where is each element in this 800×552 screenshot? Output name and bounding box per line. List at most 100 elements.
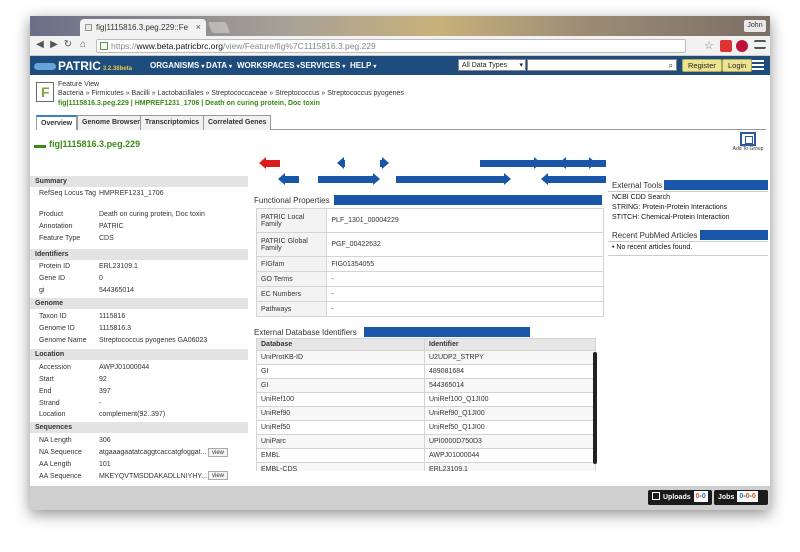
table-row[interactable]: UniRef50 UniRef50_Q1JI00 [256, 420, 596, 435]
kv-value: 544365014 [99, 287, 135, 294]
kv-key: NA Length [39, 437, 72, 444]
tool-link-stitch[interactable]: STITCH: Chemical-Protein Interaction [612, 214, 729, 221]
gene-arrow[interactable] [396, 173, 511, 185]
login-button[interactable]: Login [722, 59, 753, 72]
table-row[interactable]: UniParc UPI0000D750D3 [256, 434, 596, 449]
uploads-label: Uploads [663, 494, 691, 501]
kv-key: RefSeq Locus Tag [39, 190, 97, 197]
menu-data[interactable]: DATA ▾ [206, 61, 232, 70]
gene-arrow[interactable] [318, 173, 380, 185]
kv-row: Genome ID 1115816.3 [39, 325, 131, 332]
table-row[interactable]: UniRef90 UniRef90_Q1JI00 [256, 406, 596, 421]
menu-organisms[interactable]: ORGANISMS ▾ [150, 61, 204, 70]
gene-arrow[interactable] [337, 157, 345, 169]
kv-row: Genome Name Streptococcus pyogenes GA0602… [39, 337, 207, 344]
table-row[interactable]: EMBL AWPJ01000044 [256, 448, 596, 463]
tab-genome-browser[interactable]: Genome Browser [77, 115, 145, 130]
kv-key: gi [39, 287, 45, 294]
gene-arrow[interactable] [508, 157, 541, 169]
browser-tab-title: fig|1115816.3.peg.229::Fe [96, 23, 189, 32]
tool-link-string[interactable]: STRING: Protein-Protein Interactions [612, 204, 727, 211]
kv-key: Location [39, 411, 66, 418]
extension-icon-1[interactable] [720, 40, 732, 52]
register-button[interactable]: Register [682, 59, 722, 72]
user-profile-button[interactable]: John [744, 20, 766, 32]
tool-link-ncbi-cdd[interactable]: NCBI CDD Search [612, 194, 670, 201]
feature-icon: F [36, 82, 54, 102]
gene-arrow[interactable] [541, 173, 606, 185]
chevron-down-icon: ▾ [201, 64, 205, 70]
kv-key: AA Length [39, 461, 72, 468]
reload-icon[interactable]: ↻ [62, 39, 74, 51]
search-icon[interactable]: ⌕ [669, 60, 673, 71]
table-row[interactable]: GI 544365014 [256, 378, 596, 393]
close-tab-icon[interactable]: × [196, 22, 201, 32]
table-row[interactable]: GI 489081684 [256, 364, 596, 379]
hamburger-menu-icon[interactable] [752, 60, 764, 70]
uploads-button[interactable]: Uploads 0-0 [648, 490, 712, 505]
menu-label: ORGANISMS [150, 61, 200, 70]
taxonomy-breadcrumb[interactable]: Bacteria » Firmicutes » Bacilli » Lactob… [58, 90, 404, 97]
back-arrow-icon[interactable]: ◀ [34, 39, 46, 51]
global-search-input[interactable]: ⌕ [527, 59, 677, 71]
pinterest-icon[interactable] [736, 40, 748, 52]
col-database[interactable]: Database [256, 338, 425, 351]
menu-help[interactable]: HELP ▾ [350, 61, 376, 70]
tab-transcriptomics[interactable]: Transcriptomics [140, 115, 205, 130]
kv-key: AA Sequence [39, 473, 82, 480]
home-icon[interactable]: ⌂ [77, 39, 89, 51]
table-row[interactable]: UniProtKB-ID U2UDP2_STRPY [256, 350, 596, 365]
new-tab-button[interactable] [207, 22, 231, 33]
add-to-group-button[interactable]: Add To Group [730, 132, 766, 160]
kv-value: 397 [99, 388, 111, 395]
kv-row: Location complement(92..397) [39, 411, 165, 418]
kv-key: Gene ID [39, 275, 66, 282]
kv-value: Death on curing protein, Doc toxin [99, 211, 205, 218]
kv-value: HMPREF1231_1706 [99, 190, 164, 197]
view-aa-sequence-button[interactable]: view [208, 471, 229, 480]
kv-key: Taxon ID [39, 313, 67, 320]
tab-correlated-genes[interactable]: Correlated Genes [203, 115, 272, 130]
divider [608, 191, 768, 192]
add-to-group-label: Add To Group [732, 146, 764, 152]
table-row: EC Numbers - [255, 286, 604, 302]
menu-label: SERVICES [300, 61, 341, 70]
data-type-select[interactable]: All Data Types ▾ [458, 59, 526, 71]
kv-value: complement(92..397) [99, 411, 166, 418]
patric-logo[interactable]: PATRIC 3.2.38beta [34, 59, 132, 73]
gene-arrow[interactable] [380, 157, 389, 169]
address-bar[interactable]: https://www.beta.patricbrc.org/view/Feat… [96, 39, 686, 53]
cell-key: PATRIC Global Family [255, 232, 328, 257]
version-label: 3.2.38beta [102, 66, 132, 72]
kv-key: NA Sequence [39, 449, 82, 456]
bookmark-star-icon[interactable]: ☆ [704, 39, 714, 52]
feature-view-label: Feature View [58, 81, 100, 88]
kv-value: - [99, 400, 102, 407]
scrollbar-thumb[interactable] [593, 352, 597, 464]
url-host: www.beta.patricbrc.org [136, 41, 223, 51]
jobs-count-failed: 0 [751, 493, 756, 500]
forward-arrow-icon[interactable]: ▶ [48, 39, 60, 51]
upload-icon [652, 492, 660, 500]
kv-value: MKEYQVTMSDDAKADLLNIYHY... [99, 473, 208, 480]
gene-arrow[interactable] [278, 173, 299, 185]
cell-db: GI [256, 378, 425, 393]
jobs-count-queued: 0 [739, 493, 744, 500]
browser-menu-icon[interactable] [754, 40, 766, 49]
table-row: Pathways - [255, 301, 604, 317]
table-row: GO Terms - [255, 271, 604, 287]
menu-services[interactable]: SERVICES ▾ [300, 61, 345, 70]
table-row[interactable]: EMBL-CDS ERL23109.1 [256, 462, 596, 471]
jobs-button[interactable]: Jobs 0-0-0 [714, 490, 768, 505]
menu-workspaces[interactable]: WORKSPACES ▾ [237, 61, 300, 70]
gene-arrow[interactable] [559, 157, 606, 169]
table-row[interactable]: UniRef100 UniRef100_Q1JI00 [256, 392, 596, 407]
tab-overview[interactable]: Overview [36, 115, 78, 130]
view-na-sequence-button[interactable]: view [208, 448, 229, 457]
browser-tab[interactable]: fig|1115816.3.peg.229::Fe × [80, 19, 206, 36]
kv-row: Gene ID 0 [39, 275, 103, 282]
focus-gene-arrow[interactable] [259, 157, 280, 169]
col-identifier[interactable]: Identifier [424, 338, 596, 351]
view-tabs: Overview Genome Browser Transcriptomics … [36, 115, 766, 130]
external-db-grid[interactable]: Database Identifier UniProtKB-ID U2UDP2_ST… [256, 338, 604, 471]
